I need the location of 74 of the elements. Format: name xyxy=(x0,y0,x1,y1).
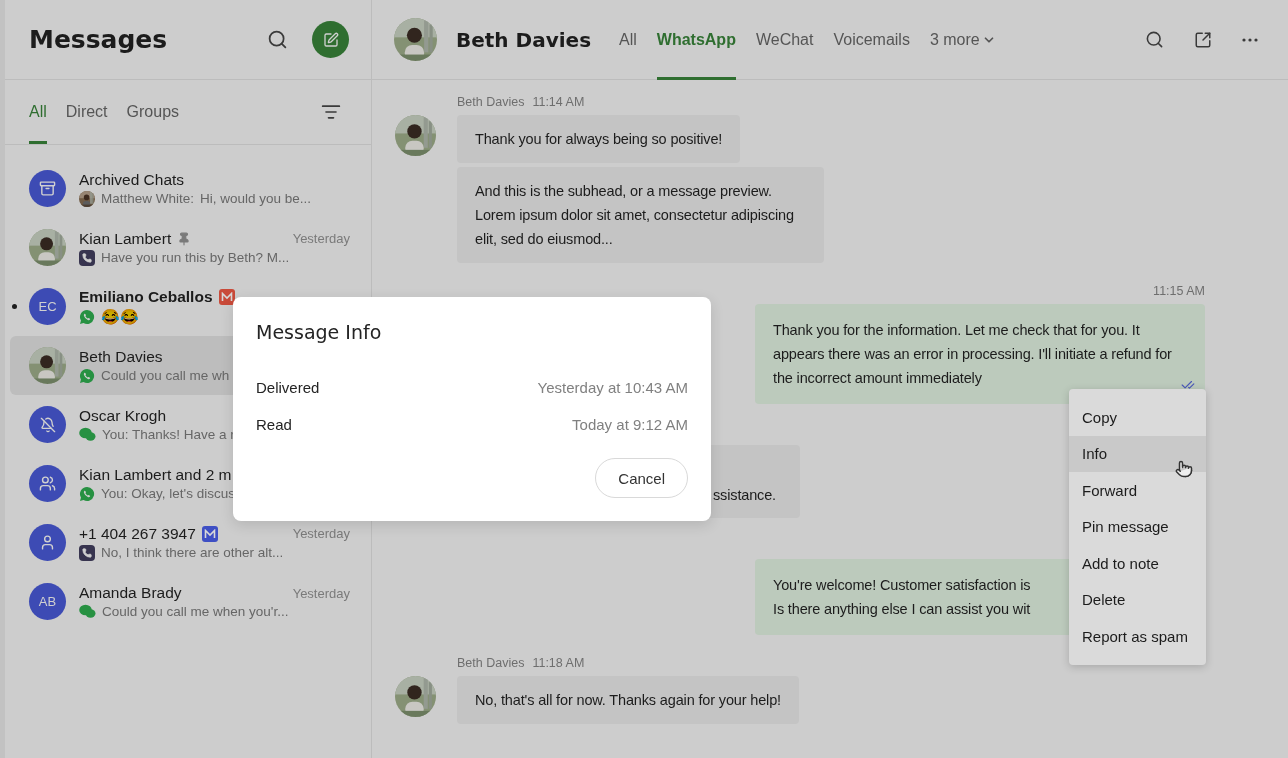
menu-item[interactable]: Delete xyxy=(1069,581,1206,618)
info-label: Read xyxy=(256,416,292,433)
more-tab[interactable]: 3 more xyxy=(929,0,996,80)
sidebar-title: Messages xyxy=(29,25,169,54)
whatsapp-icon xyxy=(79,367,95,384)
message-bubble: Thank you for always being so positive! xyxy=(457,115,741,163)
chat-time: Yesterday xyxy=(292,526,350,541)
more-icon xyxy=(1242,37,1258,42)
info-label: Delivered xyxy=(256,379,320,396)
avatar: AB xyxy=(29,583,66,620)
contact-title: Beth Davies xyxy=(456,27,592,52)
message-time: 11:15 AM xyxy=(1153,284,1205,298)
avatar: EC xyxy=(29,288,66,325)
person-icon xyxy=(29,524,66,561)
message-preview: 😂😂 xyxy=(101,307,139,326)
message-preview: Have you run this by Beth? M... xyxy=(101,250,290,265)
cancel-button[interactable]: Cancel xyxy=(595,458,688,498)
compose-icon xyxy=(322,31,339,48)
hand-cursor-icon xyxy=(1175,460,1193,478)
whatsapp-icon xyxy=(79,308,95,325)
contact-name: Archived Chats xyxy=(79,170,185,189)
wechat-icon xyxy=(79,427,96,442)
message-preview: Hi, would you be... xyxy=(200,191,312,206)
filter-icon xyxy=(321,102,341,122)
message-preview: No, I think there are other alt... xyxy=(101,545,284,560)
compose-button[interactable] xyxy=(312,21,349,58)
message-time: 11:14 AM xyxy=(532,95,585,109)
filter-tab[interactable]: Groups xyxy=(126,80,180,144)
chat-time: Yesterday xyxy=(292,585,350,601)
channel-tab[interactable]: WeChat xyxy=(755,0,814,80)
message-preview: Could you call me wh xyxy=(101,368,230,383)
pop-out-icon xyxy=(1194,30,1212,49)
channel-tab[interactable]: All xyxy=(619,0,637,80)
info-value: Yesterday at 10:43 AM xyxy=(537,379,688,396)
chat-item[interactable]: Kian Lambert and 2 m You: Okay, let's discus xyxy=(10,454,371,513)
chat-item[interactable]: AB Amanda Brady Yesterday Could you call me when you'r... xyxy=(10,572,371,631)
phone-icon xyxy=(79,249,95,266)
contact-name: Emiliano Ceballos xyxy=(79,287,213,306)
channel-tab[interactable]: WhatsApp xyxy=(656,0,736,80)
whatsapp-icon xyxy=(79,485,95,502)
contact-name: Kian Lambert xyxy=(79,229,172,248)
message-bubble: No, that's all for now. Thanks again for your help! xyxy=(457,676,799,724)
info-value: Today at 9:12 AM xyxy=(572,416,688,433)
contact-name: Kian Lambert and 2 m xyxy=(79,465,232,484)
archive-icon xyxy=(29,170,66,207)
message-bubble: And this is the subhead, or a message preview. Lorem ipsum dolor sit amet, consectetur adipiscing elit, sed do eiusmod... xyxy=(457,167,824,263)
sender-name: Beth Davies xyxy=(457,95,525,109)
message-preview: You: Okay, let's discus xyxy=(101,486,235,501)
bell-off-icon xyxy=(29,406,66,443)
sender-name: Beth Davies xyxy=(457,656,525,670)
search-icon xyxy=(267,29,288,50)
chat-item[interactable]: +1 404 267 3947 Yesterday No, I think there are other alt... xyxy=(10,513,371,572)
contact-name: Oscar Krogh xyxy=(79,407,166,425)
group-icon xyxy=(29,465,66,502)
message-bubble: Thank you for the information. Let me check that for you. It appears there was an error in processing. I'll initiate a refund for the incorrect amount immediately xyxy=(755,304,1205,404)
chat-time: Yesterday xyxy=(292,231,350,246)
contact-name: +1 404 267 3947 xyxy=(79,524,196,543)
unread-dot xyxy=(12,304,17,309)
contact-name: Beth Davies xyxy=(79,347,163,366)
phone-icon xyxy=(79,544,95,561)
chat-item[interactable]: Kian Lambert Yesterday Have you run this by Beth? M... xyxy=(10,218,371,277)
message-preview: Could you call me when you'r... xyxy=(102,604,289,619)
wechat-icon xyxy=(79,604,96,619)
chat-item[interactable]: Archived Chats Matthew White: Hi, would you be... xyxy=(10,159,371,218)
menu-item[interactable]: Forward xyxy=(1069,472,1206,509)
menu-item[interactable]: Pin message xyxy=(1069,508,1206,545)
channel-tab[interactable]: Voicemails xyxy=(833,0,910,80)
message-time: 11:18 AM xyxy=(532,656,585,670)
contact-name: Amanda Brady xyxy=(79,584,182,602)
menu-item[interactable]: Info xyxy=(1069,435,1206,472)
filter-tab[interactable]: Direct xyxy=(65,80,108,144)
search-icon xyxy=(1145,30,1164,49)
preview-sender: Matthew White: xyxy=(101,191,195,206)
filter-tab[interactable]: All xyxy=(29,80,47,144)
